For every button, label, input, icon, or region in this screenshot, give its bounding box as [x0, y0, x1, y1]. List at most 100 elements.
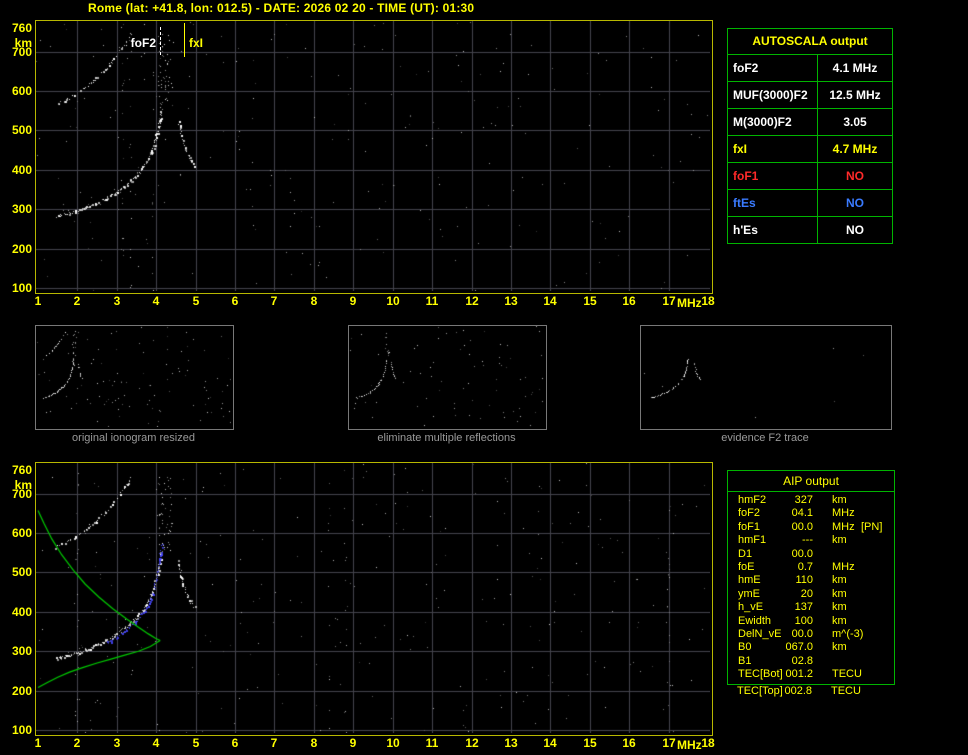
top-plot-y-tick-100: 100 [11, 281, 32, 295]
top-plot-y-tick-200: 200 [11, 242, 32, 256]
aip-row-foF1: foF1 00.0 MHz [PN] [728, 521, 894, 534]
autoscala-param-value: 4.7 MHz [832, 142, 878, 156]
autoscala-param-value: NO [846, 196, 864, 210]
top-ionogram-plot: foF2 fxI [35, 20, 713, 294]
top-plot-x-tick-3: 3 [113, 294, 121, 308]
aip-row-B0: B0 067.0 km [728, 641, 894, 654]
bottom-plot-y-tick-200: 200 [11, 684, 32, 698]
aip-row-foF2: foF2 04.1 MHz [728, 507, 894, 520]
aip-param-value: 002.8 [784, 685, 812, 697]
top-plot-x-axis-unit: MHz [677, 296, 702, 310]
top-plot-y-tick-500: 500 [11, 123, 32, 137]
autoscala-output-rows: foF2 4.1 MHz MUF(3000)F2 12.5 MHz M(3000)F2 3… [728, 55, 892, 243]
aip-param-unit: km [832, 614, 847, 627]
autoscala-param-label: M(3000)F2 [728, 109, 818, 135]
top-plot-y-tick-700: 700 [11, 45, 32, 59]
autoscala-param-label: fxI [728, 136, 818, 162]
top-plot-y-tick-600: 600 [11, 84, 32, 98]
top-plot-x-tick-14: 14 [543, 294, 557, 308]
autoscala-param-value: 4.1 MHz [832, 61, 878, 75]
top-plot-x-tick-12: 12 [465, 294, 479, 308]
bottom-plot-x-tick-4: 4 [152, 736, 160, 750]
bottom-plot-y-tick-760: 760 [11, 463, 32, 477]
aip-row-DelN_vE: DelN_vE 00.0 m^(-3) [728, 628, 894, 641]
aip-param-value: 04.1 [791, 507, 813, 520]
bottom-plot-x-tick-11: 11 [425, 736, 439, 750]
mini-panel-evidence-canvas [641, 326, 889, 427]
bottom-plot-y-tick-600: 600 [11, 526, 32, 540]
bottom-plot-x-tick-14: 14 [543, 736, 557, 750]
bottom-plot-x-tick-10: 10 [386, 736, 400, 750]
autoscala-row-fxI: fxI 4.7 MHz [728, 136, 892, 163]
fxi-marker-label: fxI [189, 36, 204, 50]
autoscala-param-value: NO [846, 169, 864, 183]
bottom-ionogram-canvas [36, 463, 710, 733]
bottom-plot-y-axis-unit: km [14, 478, 32, 492]
bottom-plot-x-tick-16: 16 [622, 736, 636, 750]
bottom-plot-x-tick-15: 15 [583, 736, 597, 750]
aip-param-value: 100 [794, 614, 813, 627]
top-plot-y-axis-unit: km [14, 36, 32, 50]
autoscala-row-foF1: foF1 NO [728, 163, 892, 190]
mini-panel-caption-evidence: evidence F2 trace [721, 432, 809, 444]
mini-panel-caption-eliminate: eliminate multiple reflections [377, 432, 516, 444]
aip-param-unit: m^(-3) [832, 627, 864, 640]
top-plot-x-tick-10: 10 [386, 294, 400, 308]
aip-param-unit: km [832, 574, 847, 587]
aip-param-unit: TECU [832, 668, 862, 681]
mini-panel-original-canvas [36, 326, 231, 427]
top-plot-x-tick-16: 16 [622, 294, 636, 308]
top-plot-x-tick-6: 6 [231, 294, 239, 308]
aip-row-B1: B1 02.8 [728, 655, 894, 668]
aip-param-unit: TECU [831, 685, 861, 697]
critical-frequency-markers: foF2 fxI [36, 21, 712, 293]
aip-param-value: 00.0 [791, 547, 813, 560]
aip-row-TEC[Bot]: TEC[Bot] 001.2 TECU [728, 668, 894, 681]
aip-param-unit: MHz [832, 520, 855, 533]
aip-row-hmE: hmE 110 km [728, 574, 894, 587]
aip-row-h_vE: h_vE 137 km [728, 601, 894, 614]
aip-row-ymE: ymE 20 km [728, 588, 894, 601]
autoscala-row-MUF(3000)F2: MUF(3000)F2 12.5 MHz [728, 82, 892, 109]
autoscala-row-foF2: foF2 4.1 MHz [728, 55, 892, 82]
aip-param-value: 067.0 [785, 641, 813, 654]
aip-row-D1: D1 00.0 [728, 548, 894, 561]
bottom-plot-x-tick-8: 8 [310, 736, 318, 750]
aip-param-unit: km [832, 494, 847, 506]
fxi-frequency-marker-line [184, 23, 185, 57]
aip-param-value: 20 [800, 587, 813, 600]
autoscala-output-table: AUTOSCALA output foF2 4.1 MHz MUF(3000)F2 1… [727, 28, 893, 244]
mini-panel-caption-original: original ionogram resized [72, 432, 195, 444]
aip-output-title: AIP output [728, 471, 894, 492]
aip-param-unit: MHz [832, 507, 855, 520]
autoscala-param-label: foF1 [728, 163, 818, 189]
bottom-plot-x-tick-7: 7 [270, 736, 278, 750]
top-plot-x-tick-15: 15 [583, 294, 597, 308]
bottom-plot-y-tick-700: 700 [11, 487, 32, 501]
bottom-plot-x-tick-9: 9 [349, 736, 357, 750]
aip-param-unit: km [832, 587, 847, 600]
aip-param-unit: km [832, 641, 847, 654]
aip-param-value: 00.0 [791, 627, 813, 640]
bottom-plot-x-tick-5: 5 [192, 736, 200, 750]
top-plot-x-tick-5: 5 [192, 294, 200, 308]
autoscala-param-label: ftEs [728, 190, 818, 216]
bottom-plot-y-tick-300: 300 [11, 644, 32, 658]
autoscala-param-label: MUF(3000)F2 [728, 82, 818, 108]
aip-param-unit: km [832, 601, 847, 614]
aip-param-unit: km [832, 534, 847, 547]
bottom-plot-x-tick-18: 18 [701, 736, 715, 750]
aip-row-Ewidth: Ewidth 100 km [728, 615, 894, 628]
aip-param-value: --- [802, 534, 813, 547]
bottom-plot-y-tick-400: 400 [11, 605, 32, 619]
aip-param-value: 137 [794, 601, 813, 614]
autoscala-param-value: 12.5 MHz [829, 88, 881, 102]
mini-panel-eliminate-reflections [348, 325, 547, 430]
aip-output-table: AIP output hmF2 327 km foF2 04.1 MHz foF1 00.0 M… [727, 470, 895, 685]
top-plot-x-tick-11: 11 [425, 294, 439, 308]
bottom-plot-x-tick-6: 6 [231, 736, 239, 750]
top-plot-x-tick-2: 2 [73, 294, 81, 308]
bottom-plot-y-tick-100: 100 [11, 723, 32, 737]
autoscala-param-label: h'Es [728, 217, 818, 243]
aip-row-TEC[Top]: TEC[Top] 002.8 TECU [727, 685, 893, 698]
